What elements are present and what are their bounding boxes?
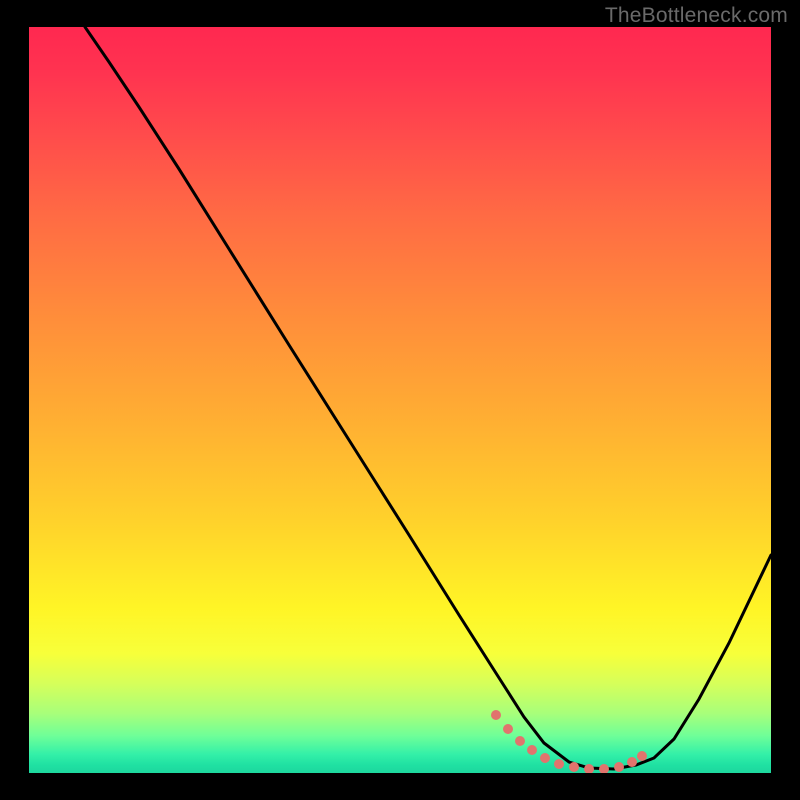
valley-dot [637,751,647,761]
valley-dot [599,764,609,773]
valley-dot [584,764,594,773]
valley-dot [569,762,579,772]
valley-dot [627,757,637,767]
bottleneck-curve [85,27,771,769]
valley-dot [614,762,624,772]
chart-container: TheBottleneck.com [0,0,800,800]
watermark-text: TheBottleneck.com [605,4,788,28]
valley-dot [491,710,501,720]
valley-dot [515,736,525,746]
valley-dot [527,745,537,755]
curve-layer [29,27,771,773]
valley-dot [554,759,564,769]
valley-dot [540,753,550,763]
plot-area [29,27,771,773]
valley-dot [503,724,513,734]
